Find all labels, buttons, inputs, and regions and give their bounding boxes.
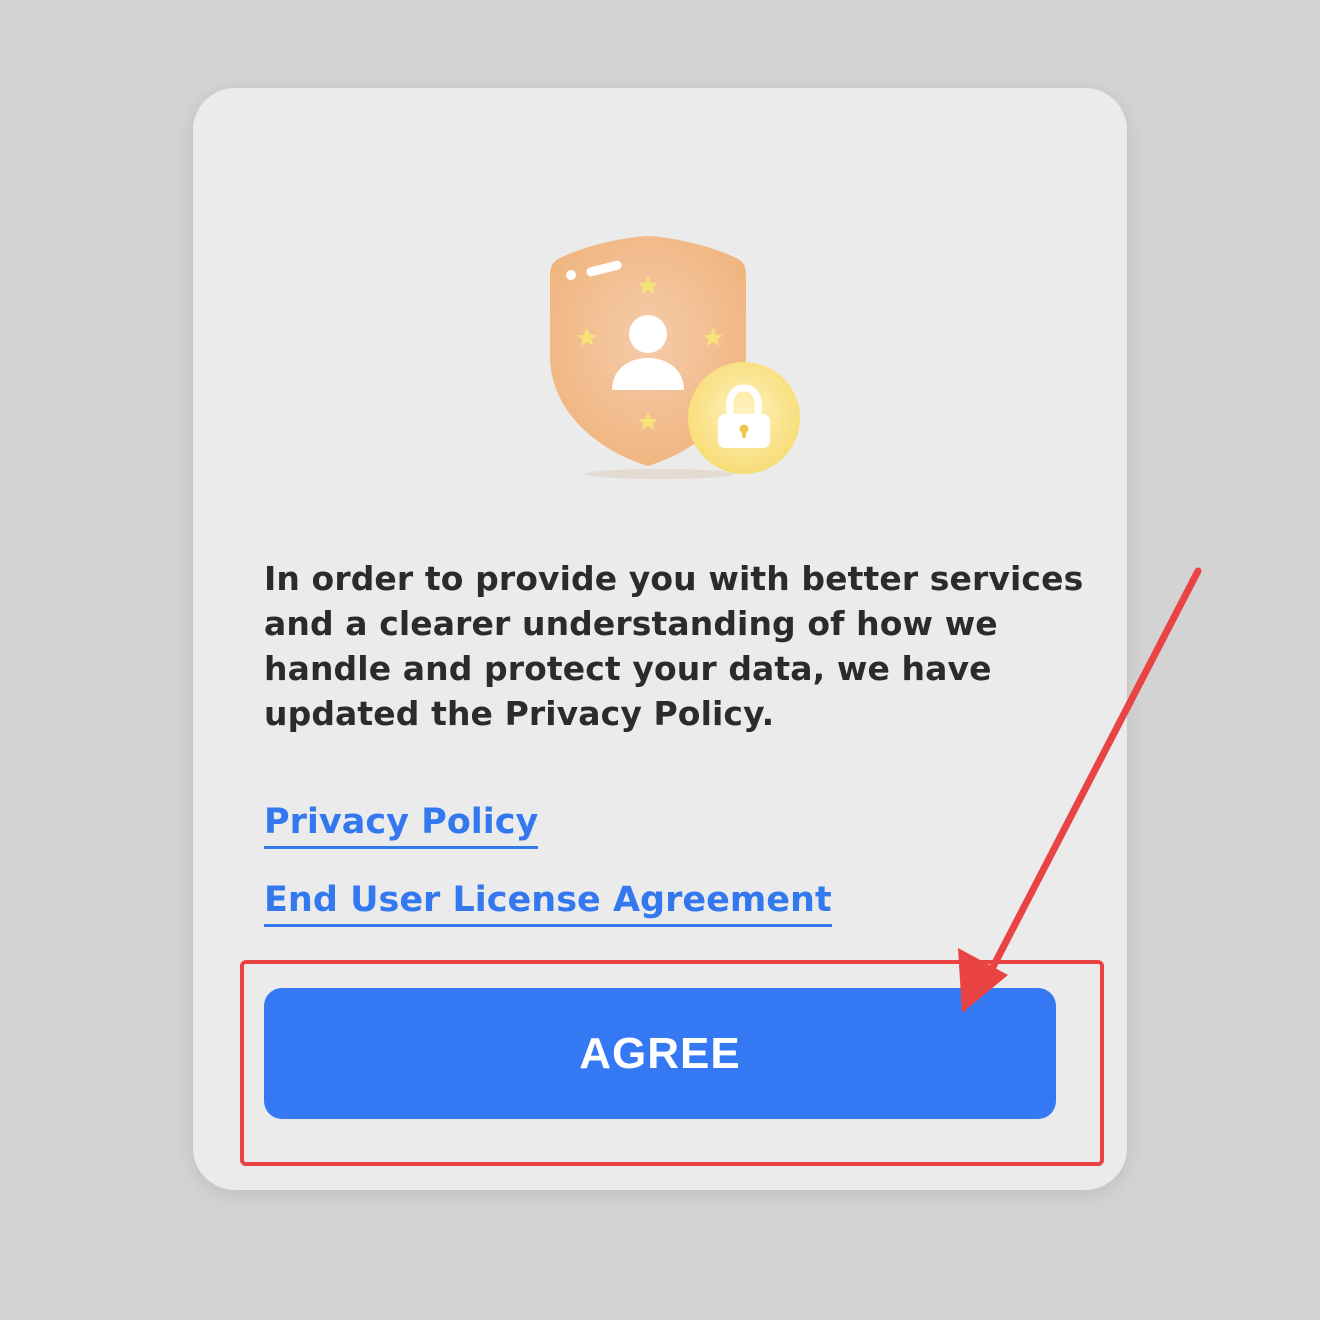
screen: In order to provide you with better serv… xyxy=(0,0,1320,1320)
agree-button[interactable]: AGREE xyxy=(264,988,1056,1119)
privacy-update-message: In order to provide you with better serv… xyxy=(264,559,1084,733)
eula-link[interactable]: End User License Agreement xyxy=(264,878,832,927)
privacy-policy-link[interactable]: Privacy Policy xyxy=(264,800,539,849)
user-avatar-icon xyxy=(629,315,667,353)
shield-user-lock-icon xyxy=(550,236,800,479)
